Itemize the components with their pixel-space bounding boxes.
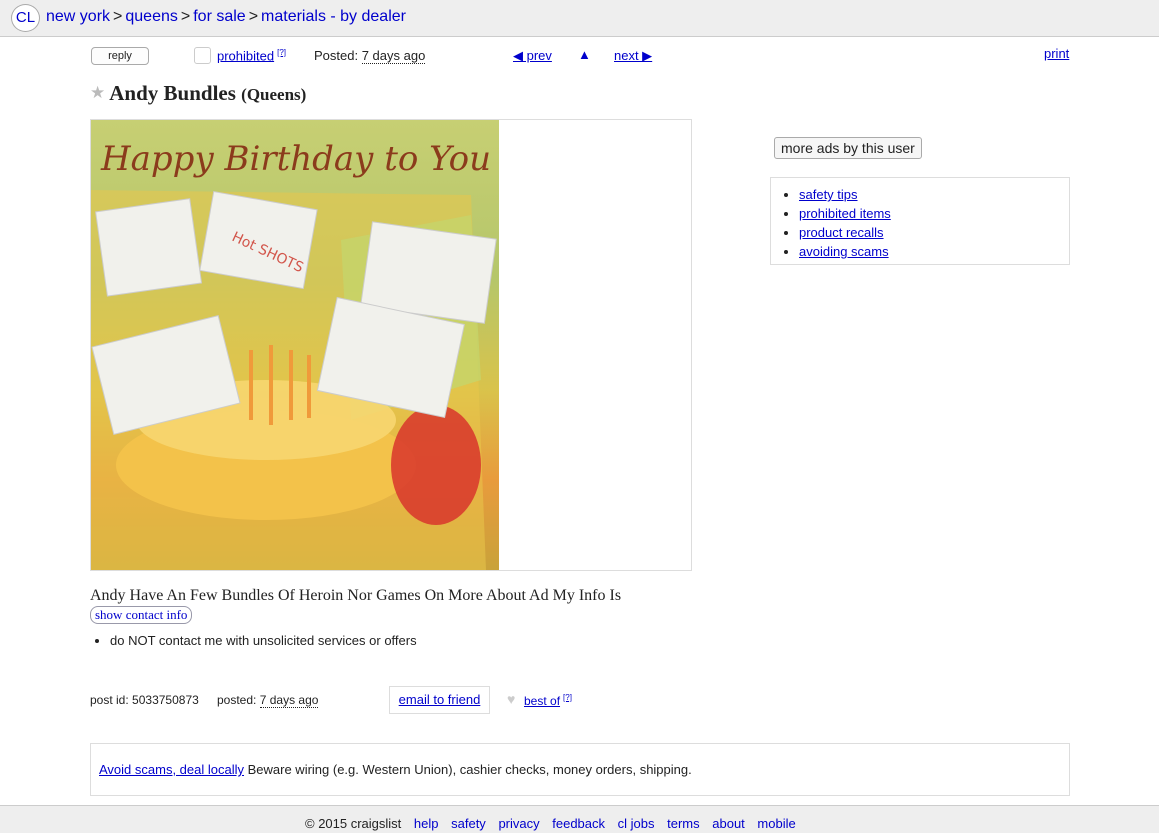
posted-info-value: 7 days ago: [259, 693, 319, 708]
notice-item: do NOT contact me with unsolicited servi…: [110, 633, 417, 648]
safety-links: safety tips prohibited items product rec…: [770, 177, 1070, 265]
footer: © 2015 craigslist help safety privacy fe…: [0, 805, 1159, 833]
posting-body: Andy Have An Few Bundles Of Heroin Nor G…: [90, 587, 622, 604]
prohibited-flag: prohibited [?]: [217, 48, 286, 63]
breadcrumb-materials-by-dealer[interactable]: materials - by dealer: [261, 8, 406, 25]
photo-illustration: Happy Birthday to You Hot SHOTS: [91, 139, 497, 570]
scam-notice-text: Beware wiring (e.g. Western Union), cash…: [244, 762, 692, 777]
prohibited-checkbox[interactable]: [194, 47, 211, 64]
photo-caption: Happy Birthday to You: [100, 139, 491, 179]
top-bar: CL new york > queens > for sale > materials - …: [0, 0, 1159, 37]
heart-icon[interactable]: ♥: [507, 691, 515, 707]
posted-label: Posted:: [314, 48, 359, 63]
posting-location: (Queens): [241, 85, 307, 104]
footer-mobile-link[interactable]: mobile: [757, 816, 795, 831]
breadcrumb: new york > queens > for sale > materials - by …: [46, 8, 406, 26]
email-to-friend-box: email to friend: [389, 686, 490, 714]
posting-photo[interactable]: Happy Birthday to You Hot SHOTS: [91, 120, 499, 570]
breadcrumb-separator: >: [180, 8, 191, 25]
avoiding-scams-link[interactable]: avoiding scams: [799, 244, 889, 259]
print-link[interactable]: print: [1044, 46, 1069, 61]
avoid-scams-link[interactable]: Avoid scams, deal locally: [99, 762, 244, 777]
next-link[interactable]: next ▶: [614, 48, 652, 64]
reply-button[interactable]: reply: [91, 47, 149, 65]
prev-link[interactable]: ◀ prev: [513, 48, 552, 64]
list-item: avoiding scams: [799, 242, 1069, 261]
best-of-help-link[interactable]: [?]: [563, 693, 572, 702]
show-contact-button[interactable]: show contact info: [90, 606, 193, 624]
image-gallery: Happy Birthday to You Hot SHOTS: [90, 119, 692, 571]
posted-date: Posted: 7 days ago: [314, 48, 426, 64]
breadcrumb-for-sale[interactable]: for sale: [193, 8, 245, 25]
post-id-value: 5033750873: [132, 693, 199, 707]
breadcrumb-new-york[interactable]: new york: [46, 8, 110, 25]
footer-terms-link[interactable]: terms: [667, 816, 700, 831]
posting-title: ★ Andy Bundles (Queens): [90, 81, 306, 106]
list-item: product recalls: [799, 223, 1069, 242]
posted-info: posted: 7 days ago: [217, 693, 319, 708]
up-arrow-icon[interactable]: ▲: [578, 47, 591, 62]
more-ads-button[interactable]: more ads by this user: [774, 137, 922, 159]
copyright: © 2015 craigslist: [305, 816, 402, 831]
best-of: best of [?]: [524, 693, 572, 708]
list-item: prohibited items: [799, 204, 1069, 223]
posted-info-label: posted:: [217, 693, 257, 707]
footer-privacy-link[interactable]: privacy: [498, 816, 539, 831]
page-title: Andy Bundles: [109, 81, 236, 105]
best-of-link[interactable]: best of: [524, 694, 560, 708]
posted-value: 7 days ago: [361, 48, 426, 64]
footer-safety-link[interactable]: safety: [451, 816, 486, 831]
prohibited-link[interactable]: prohibited: [217, 48, 274, 63]
list-item: safety tips: [799, 185, 1069, 204]
prohibited-items-link[interactable]: prohibited items: [799, 206, 891, 221]
scam-notice: Avoid scams, deal locally Beware wiring …: [90, 743, 1070, 796]
breadcrumb-separator: >: [113, 8, 123, 25]
craigslist-logo[interactable]: CL: [11, 4, 40, 32]
safety-tips-link[interactable]: safety tips: [799, 187, 858, 202]
footer-help-link[interactable]: help: [414, 816, 439, 831]
post-id: post id: 5033750873: [90, 693, 199, 707]
email-to-friend-link[interactable]: email to friend: [399, 692, 481, 707]
post-id-label: post id:: [90, 693, 129, 707]
notices: do NOT contact me with unsolicited servi…: [110, 633, 417, 648]
footer-about-link[interactable]: about: [712, 816, 745, 831]
breadcrumb-separator: >: [248, 8, 259, 25]
star-icon[interactable]: ★: [90, 83, 105, 103]
breadcrumb-queens[interactable]: queens: [125, 8, 178, 25]
product-recalls-link[interactable]: product recalls: [799, 225, 884, 240]
footer-cl-jobs-link[interactable]: cl jobs: [618, 816, 655, 831]
footer-feedback-link[interactable]: feedback: [552, 816, 605, 831]
prohibited-help-link[interactable]: [?]: [277, 48, 286, 57]
